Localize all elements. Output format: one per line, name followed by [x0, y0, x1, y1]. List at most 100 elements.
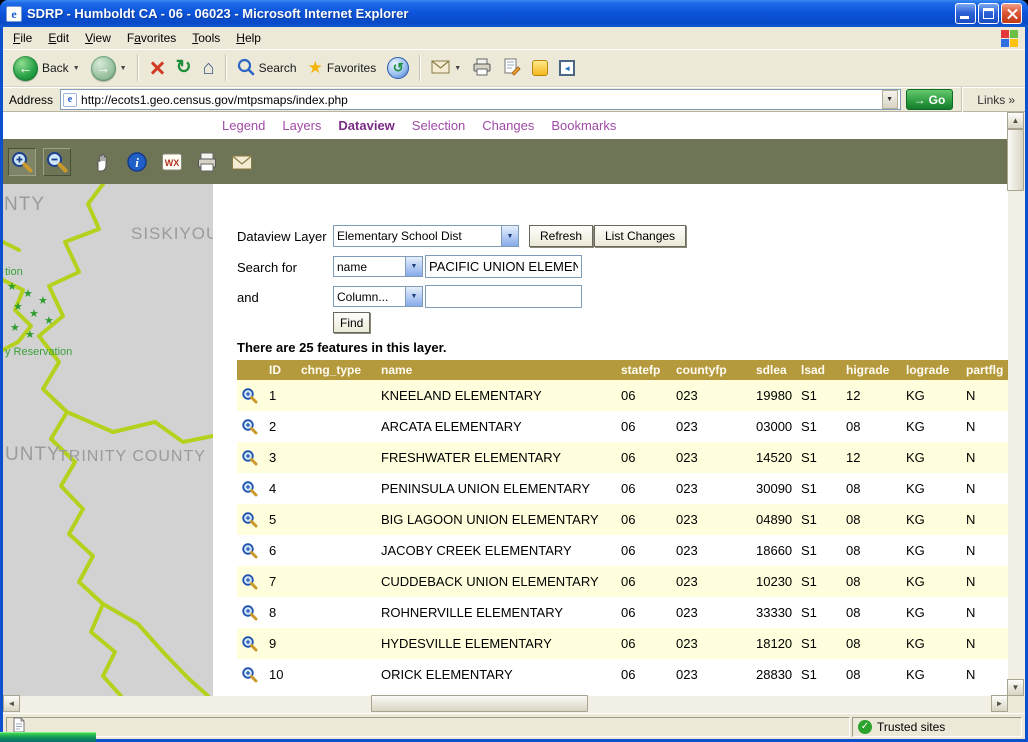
search-field-select[interactable]: name ▼: [333, 256, 423, 277]
chevron-down-icon: ▼: [501, 226, 518, 246]
menu-view[interactable]: View: [77, 28, 119, 48]
stop-button[interactable]: [145, 58, 169, 78]
and-field-select[interactable]: Column... ▼: [333, 286, 423, 307]
table-cell: 08: [842, 628, 902, 659]
messenger-icon: [532, 60, 548, 76]
forward-button[interactable]: → ▼: [87, 54, 131, 83]
zoom-to-feature-icon[interactable]: [241, 418, 259, 436]
dataview-layer-select[interactable]: Elementary School Dist ▼: [333, 225, 519, 247]
table-cell: 023: [672, 504, 752, 535]
nav-layers[interactable]: Layers: [282, 118, 321, 133]
features-summary: There are 25 features in this layer.: [237, 340, 447, 355]
scrollbar-corner: [1008, 696, 1025, 713]
horizontal-scroll-thumb[interactable]: [371, 695, 588, 712]
table-row: 5BIG LAGOON UNION ELEMENTARY0602304890S1…: [237, 504, 1008, 535]
history-button[interactable]: ↺: [383, 55, 413, 81]
address-input[interactable]: e http://ecots1.geo.census.gov/mtpsmaps/…: [60, 89, 901, 110]
vertical-scroll-thumb[interactable]: [1007, 129, 1024, 191]
list-changes-button[interactable]: List Changes: [594, 225, 686, 247]
table-cell: S1: [797, 442, 842, 473]
table-cell: ARCATA ELEMENTARY: [377, 411, 617, 442]
nav-changes[interactable]: Changes: [482, 118, 534, 133]
address-dropdown-button[interactable]: ▼: [882, 90, 898, 109]
map-label: TRINITY COUNTY: [58, 448, 206, 466]
zoom-to-feature-icon[interactable]: [241, 604, 259, 622]
and-text-input[interactable]: [425, 285, 582, 308]
wx-tool[interactable]: WX: [158, 148, 186, 176]
home-button[interactable]: ⌂: [198, 58, 218, 78]
search-text-input[interactable]: [425, 255, 582, 278]
table-cell: ORICK ELEMENTARY: [377, 659, 617, 690]
identify-icon: i: [125, 150, 149, 174]
print-button[interactable]: [468, 56, 496, 81]
pan-tool[interactable]: [88, 148, 116, 176]
menu-edit[interactable]: Edit: [40, 28, 77, 48]
table-cell: 8: [265, 597, 297, 628]
print-tool[interactable]: [193, 148, 221, 176]
table-cell: 023: [672, 535, 752, 566]
zoom-to-feature-icon[interactable]: [241, 635, 259, 653]
table-cell: [297, 442, 377, 473]
nav-legend[interactable]: Legend: [222, 118, 265, 133]
address-url: http://ecots1.geo.census.gov/mtpsmaps/in…: [81, 93, 878, 107]
mail-tool[interactable]: [228, 148, 256, 176]
zoom-to-feature-icon[interactable]: [241, 387, 259, 405]
zoom-to-feature-icon[interactable]: [241, 511, 259, 529]
chevron-down-icon: ▼: [73, 65, 80, 72]
edit-button[interactable]: [499, 56, 525, 81]
menu-file[interactable]: File: [5, 28, 40, 48]
go-arrow-icon: →: [914, 93, 926, 107]
table-cell: N: [962, 566, 1008, 597]
mail-button[interactable]: ▼: [427, 57, 465, 80]
table-cell: S1: [797, 380, 842, 411]
nav-dataview[interactable]: Dataview: [338, 118, 394, 133]
discuss-button[interactable]: ◄: [555, 58, 579, 78]
nav-bookmarks[interactable]: Bookmarks: [551, 118, 616, 133]
refresh-page-button[interactable]: ↻: [172, 58, 196, 78]
results-table: IDchng_typenamestatefpcountyfpsdlealsadh…: [237, 360, 1008, 690]
zoom-to-feature-icon[interactable]: [241, 573, 259, 591]
table-cell: [297, 504, 377, 535]
scroll-up-button[interactable]: ▲: [1007, 112, 1024, 129]
table-cell: 4: [265, 473, 297, 504]
favorites-button[interactable]: ★ Favorites: [304, 58, 381, 78]
column-header-lsad: lsad: [797, 360, 842, 380]
nav-selection[interactable]: Selection: [412, 118, 465, 133]
links-button[interactable]: Links »: [971, 93, 1021, 107]
horizontal-scrollbar[interactable]: ◄ ►: [3, 696, 1008, 713]
menu-help[interactable]: Help: [228, 28, 269, 48]
map-toolbar: i WX: [3, 139, 1008, 184]
close-button[interactable]: [1001, 3, 1022, 24]
minimize-button[interactable]: [955, 3, 976, 24]
back-arrow-icon: ←: [13, 56, 38, 81]
trusted-sites-check-icon: ✓: [858, 720, 872, 734]
scroll-down-button[interactable]: ▼: [1007, 679, 1024, 696]
scroll-right-button[interactable]: ►: [991, 695, 1008, 712]
zoom-to-feature-icon[interactable]: [241, 666, 259, 684]
table-row: 1KNEELAND ELEMENTARY0602319980S112KGN: [237, 380, 1008, 411]
map-viewport[interactable]: ★★★ ★★★ ★★ NTYSISKIYOUtiony ReservationU…: [3, 184, 213, 696]
zoom-to-feature-icon[interactable]: [241, 480, 259, 498]
table-cell: S1: [797, 411, 842, 442]
go-button[interactable]: → Go: [906, 89, 954, 110]
search-button[interactable]: Search: [233, 56, 301, 81]
table-cell: N: [962, 473, 1008, 504]
back-button[interactable]: ← Back ▼: [9, 54, 84, 83]
find-button[interactable]: Find: [333, 312, 370, 333]
zoom-to-feature-icon[interactable]: [241, 542, 259, 560]
vertical-scrollbar[interactable]: ▲ ▼: [1008, 112, 1025, 696]
zoom-in-tool[interactable]: [8, 148, 36, 176]
table-cell: 18660: [752, 535, 797, 566]
table-cell: 06: [617, 380, 672, 411]
scroll-left-button[interactable]: ◄: [3, 695, 20, 712]
identify-tool[interactable]: i: [123, 148, 151, 176]
table-cell: N: [962, 442, 1008, 473]
windows-logo-icon: [1000, 29, 1021, 48]
maximize-button[interactable]: [978, 3, 999, 24]
menu-tools[interactable]: Tools: [184, 28, 228, 48]
zoom-to-feature-icon[interactable]: [241, 449, 259, 467]
zoom-out-tool[interactable]: [43, 148, 71, 176]
menu-favorites[interactable]: Favorites: [119, 28, 184, 48]
messenger-button[interactable]: [528, 58, 552, 78]
refresh-button[interactable]: Refresh: [529, 225, 593, 247]
